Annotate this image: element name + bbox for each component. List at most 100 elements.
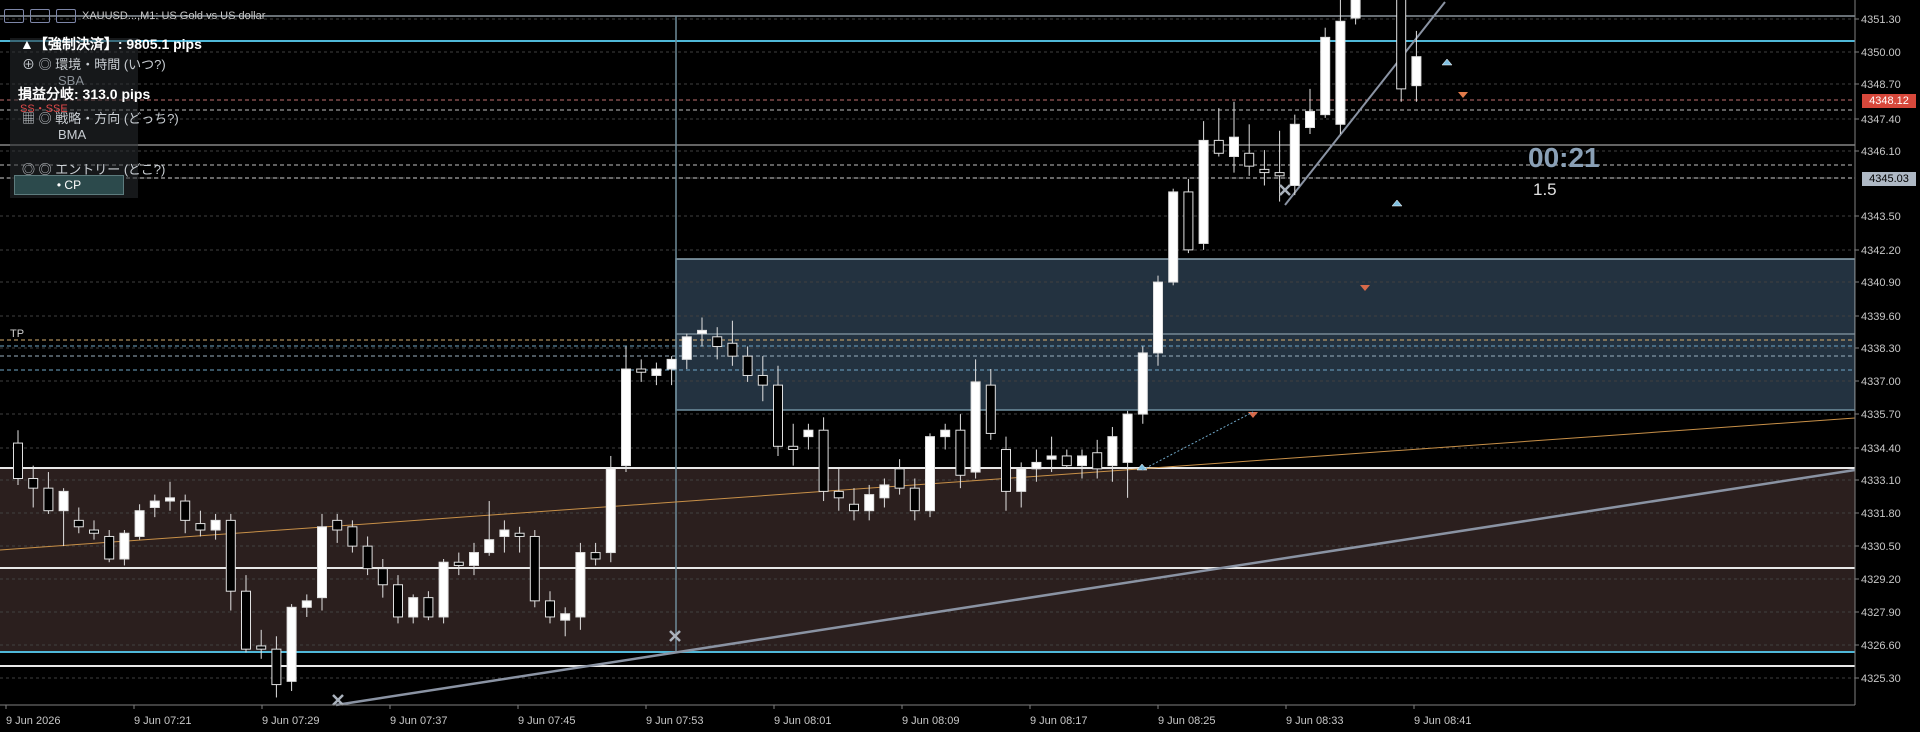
tp-label: TP — [10, 328, 25, 340]
candle — [1107, 436, 1118, 467]
candle — [1031, 461, 1042, 470]
candle — [210, 519, 221, 531]
candle — [621, 368, 631, 467]
candle — [985, 384, 996, 434]
candle — [58, 490, 69, 512]
x-tick-label: 9 Jun 07:45 — [518, 715, 576, 727]
y-tick-label: 4342.20 — [1861, 245, 1901, 257]
y-tick-label: 4337.00 — [1861, 376, 1901, 388]
candle — [1396, 0, 1407, 90]
y-tick-label: 4330.50 — [1861, 541, 1901, 553]
chart-icon: ▦ ◎ — [22, 111, 56, 126]
candle — [73, 519, 84, 528]
candle — [1046, 455, 1057, 460]
candle — [712, 336, 723, 347]
countdown-timer: 00:21 — [1528, 142, 1600, 173]
candle — [1001, 449, 1011, 492]
candle — [940, 429, 951, 438]
candle — [89, 529, 99, 534]
candle — [879, 484, 890, 499]
spread-value: 1.5 — [1533, 180, 1557, 199]
candle — [195, 523, 206, 531]
candle — [970, 381, 981, 473]
candle — [864, 494, 875, 512]
candle — [894, 468, 905, 489]
symbol-title: XAUUSD...,M1: US Gold vs US dollar — [82, 10, 266, 22]
candle — [742, 355, 753, 376]
candle — [849, 503, 859, 512]
candle — [1092, 452, 1103, 470]
x-tick-label: 9 Jun 07:53 — [646, 715, 704, 727]
candle — [727, 342, 738, 357]
y-tick-label: 4340.90 — [1861, 277, 1901, 289]
y-tick-label: 4346.10 — [1861, 146, 1901, 158]
candle — [697, 329, 707, 335]
ask-price-tag: 4348.12 — [1862, 94, 1916, 108]
candle — [575, 552, 586, 618]
candle — [149, 500, 160, 508]
candle — [119, 532, 130, 560]
candle — [514, 532, 525, 537]
candle — [362, 545, 373, 570]
candle — [469, 552, 479, 566]
candle — [788, 445, 799, 451]
candle — [499, 529, 510, 537]
y-tick-label: 4335.70 — [1861, 409, 1901, 421]
candle — [453, 561, 464, 566]
y-tick-label: 4331.80 — [1861, 508, 1901, 520]
candle — [393, 584, 403, 618]
candle — [1229, 136, 1239, 157]
env-time-item[interactable]: ⊕ ◎ 環境・時間 (いつ?) — [22, 54, 166, 73]
y-tick-label: 4326.60 — [1861, 640, 1901, 652]
candle — [1320, 36, 1331, 116]
candle — [1274, 172, 1285, 177]
cp-button[interactable]: • CP — [14, 175, 124, 195]
candle — [256, 645, 267, 650]
candle — [1244, 152, 1255, 167]
y-tick-label: 4329.20 — [1861, 574, 1901, 586]
candle — [833, 490, 844, 499]
x-tick-label: 9 Jun 2026 — [6, 715, 60, 727]
y-tick-label: 4338.30 — [1861, 343, 1901, 355]
candle — [286, 606, 297, 682]
candle — [271, 648, 282, 686]
strategy-direction-item[interactable]: ▦ ◎ 戦略・方向 (どっち?) — [22, 108, 179, 127]
candle — [1259, 168, 1270, 174]
close-icon[interactable] — [56, 9, 76, 23]
candle — [1411, 56, 1422, 87]
x-tick-label: 9 Jun 08:25 — [1158, 715, 1216, 727]
bma-label: BMA — [58, 127, 87, 142]
candle — [165, 497, 175, 502]
candle — [925, 436, 935, 512]
candle — [803, 429, 814, 438]
candle — [423, 597, 434, 618]
candle — [301, 600, 312, 608]
y-tick-label: 4333.10 — [1861, 475, 1901, 487]
x-tick-label: 9 Jun 07:37 — [390, 715, 448, 727]
window-icon[interactable] — [4, 9, 24, 23]
candle — [28, 478, 39, 489]
x-tick-label: 9 Jun 08:01 — [774, 715, 832, 727]
candle — [1122, 413, 1133, 463]
candle — [347, 526, 358, 547]
candle — [666, 358, 677, 370]
candle — [560, 613, 571, 621]
x-tick-label: 9 Jun 08:33 — [1286, 715, 1344, 727]
candle — [681, 336, 692, 360]
y-tick-label: 4350.00 — [1861, 47, 1901, 59]
candle — [818, 429, 829, 492]
candle — [13, 442, 23, 479]
restore-icon[interactable] — [30, 9, 50, 23]
candle — [1213, 139, 1224, 154]
candle — [1350, 0, 1361, 19]
env-time-label: 環境・時間 (いつ?) — [55, 57, 166, 72]
candle — [651, 368, 662, 376]
candle — [590, 552, 601, 560]
candle — [1016, 468, 1027, 492]
x-tick-label: 9 Jun 07:29 — [262, 715, 320, 727]
candle — [317, 526, 327, 599]
candle — [545, 600, 555, 618]
y-tick-label: 4351.30 — [1861, 14, 1901, 26]
candle — [408, 597, 419, 618]
price-chart[interactable]: 4351.30 4350.00 4348.70 4347.40 4346.10 4343.… — [0, 0, 1920, 732]
